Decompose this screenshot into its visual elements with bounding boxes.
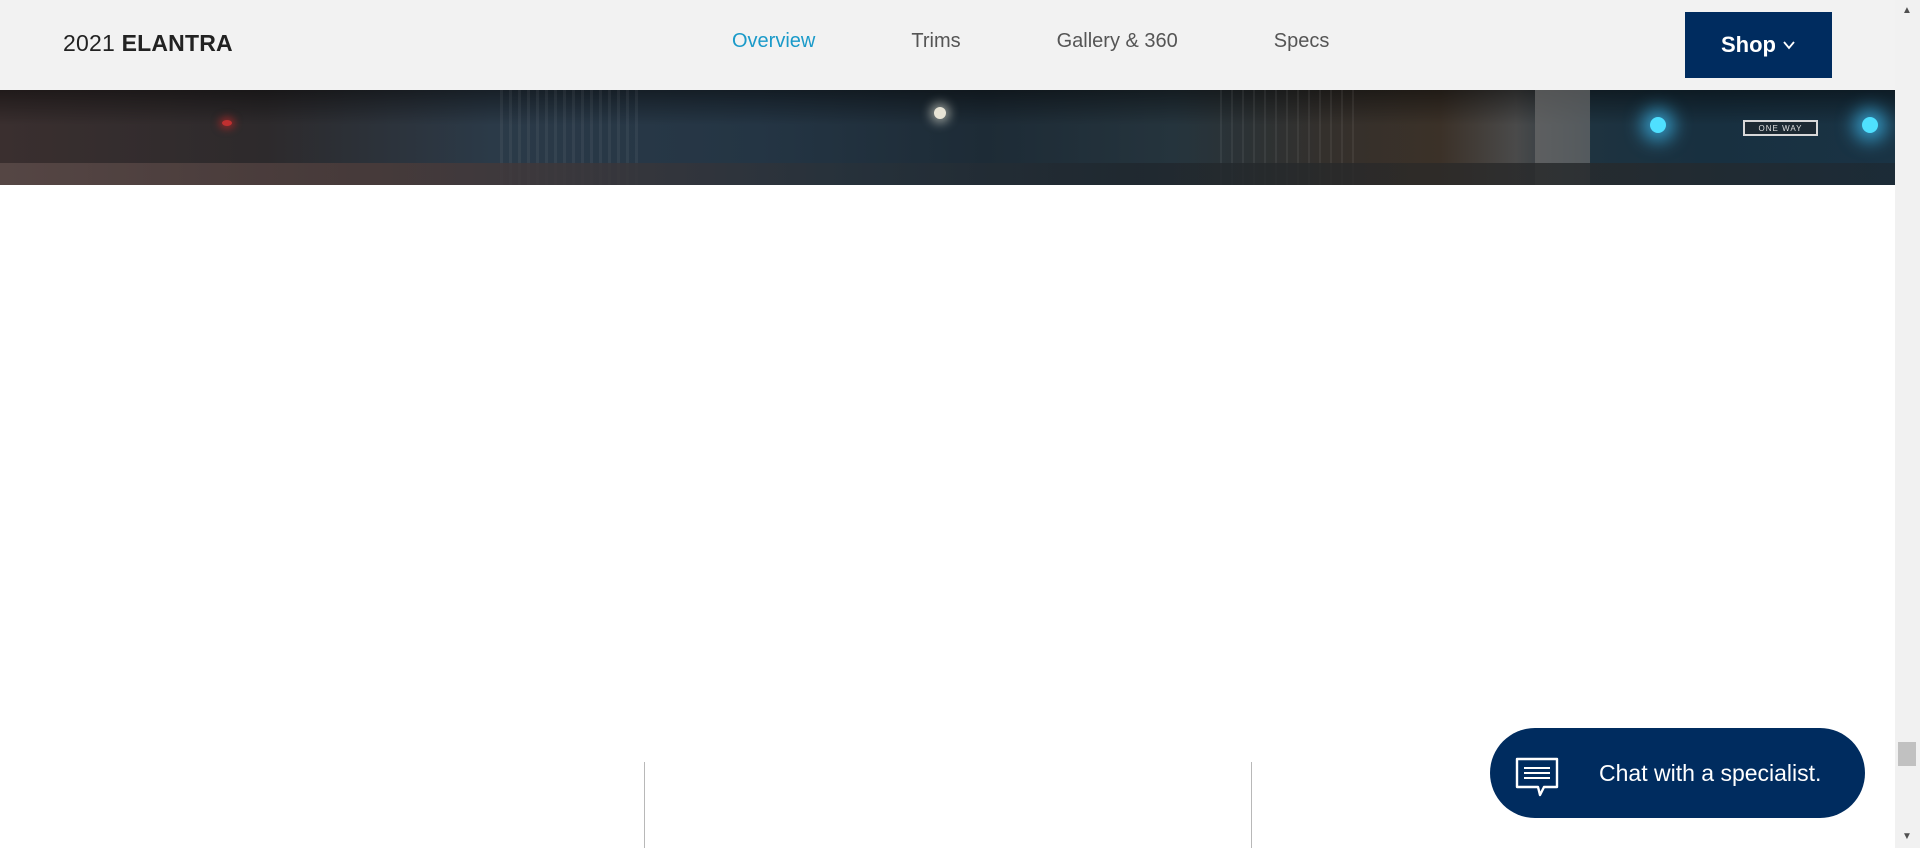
nav-overview[interactable]: Overview bbox=[732, 30, 815, 53]
chat-bubble-icon bbox=[1515, 757, 1559, 797]
column-divider bbox=[644, 762, 645, 848]
top-navigation-bar: 2021 ELANTRA Overview Trims Gallery & 36… bbox=[0, 0, 1895, 90]
model-name: ELANTRA bbox=[121, 30, 233, 56]
hero-image: ONE WAY bbox=[0, 90, 1895, 185]
chat-label: Chat with a specialist. bbox=[1599, 760, 1822, 786]
one-way-sign: ONE WAY bbox=[1743, 120, 1818, 136]
hero-shadow bbox=[0, 90, 1895, 125]
model-year: 2021 bbox=[63, 30, 115, 56]
model-title[interactable]: 2021 ELANTRA bbox=[63, 30, 233, 57]
nav-trims[interactable]: Trims bbox=[911, 30, 960, 53]
page: 2021 ELANTRA Overview Trims Gallery & 36… bbox=[0, 0, 1920, 848]
shop-button[interactable]: Shop bbox=[1685, 12, 1832, 78]
section-nav: Overview Trims Gallery & 360 Specs bbox=[732, 30, 1329, 53]
traffic-light bbox=[1650, 117, 1666, 133]
chat-with-specialist-button[interactable]: Chat with a specialist. bbox=[1490, 728, 1865, 818]
tail-light bbox=[222, 120, 232, 126]
scrollbar-thumb[interactable] bbox=[1898, 742, 1916, 766]
nav-gallery-360[interactable]: Gallery & 360 bbox=[1057, 30, 1178, 53]
column-divider bbox=[1251, 762, 1252, 848]
traffic-light bbox=[1862, 117, 1878, 133]
chevron-down-icon bbox=[1783, 41, 1795, 50]
vertical-scrollbar[interactable] bbox=[1895, 0, 1920, 848]
hero-road bbox=[0, 163, 1895, 185]
nav-specs[interactable]: Specs bbox=[1274, 30, 1330, 53]
scroll-up-icon[interactable]: ▲ bbox=[1899, 2, 1915, 18]
street-light bbox=[934, 107, 946, 119]
shop-label: Shop bbox=[1721, 32, 1776, 57]
scroll-down-icon[interactable]: ▼ bbox=[1899, 828, 1915, 844]
